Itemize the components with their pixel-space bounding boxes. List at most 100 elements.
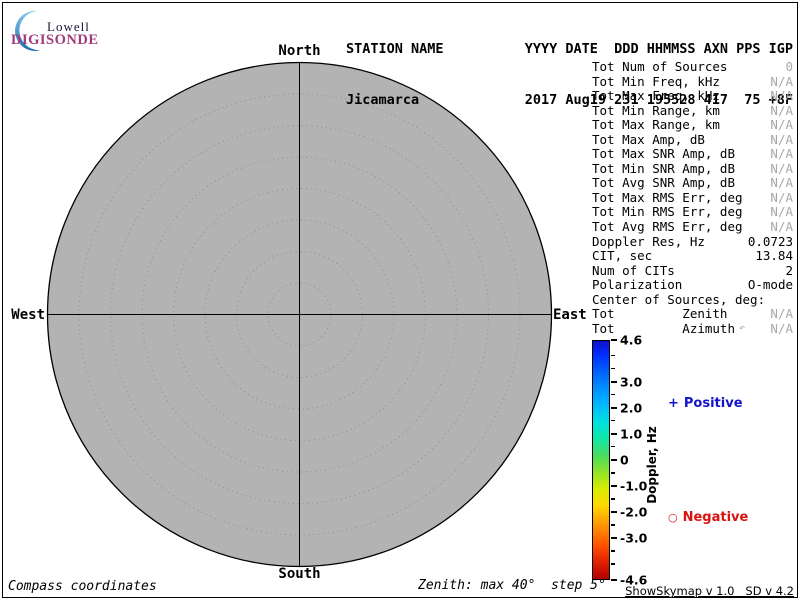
colorbar-tick [611, 419, 615, 422]
table-row-label: Tot Max SNR Amp, dB [592, 146, 735, 162]
negative-legend: ○ Negative [668, 510, 748, 525]
colorbar-tick [611, 380, 617, 383]
lowell-digisonde-logo: Lowell DIGISONDE [8, 6, 118, 51]
table-row-value: N/A [770, 117, 793, 133]
colorbar-axis-label: Doppler, Hz [645, 426, 659, 504]
table-row-label: Tot Azimuth [592, 320, 735, 336]
table-row-value: N/A [770, 102, 793, 118]
coordinates-note: Compass coordinates [8, 579, 157, 594]
colorbar-tick [611, 432, 617, 435]
colorbar-tick-label: -2.0 [620, 504, 648, 520]
colorbar-tick [611, 511, 617, 514]
table-row-label: Tot Avg RMS Err, deg [592, 219, 743, 235]
table-row-label: Center of Sources, deg: [592, 291, 766, 307]
table-row-value: N/A [770, 73, 793, 89]
table-row-label: Polarization [592, 277, 683, 293]
table-row: Tot Min SNR Amp, dB N/A [592, 160, 793, 177]
table-row: Tot Zenith N/A [592, 307, 793, 322]
colorbar-tick-label: 3.0 [620, 374, 643, 390]
table-row: Tot Avg RMS Err, deg N/A [592, 219, 793, 235]
colorbar-tick [611, 524, 615, 526]
colorbar-tick-label: 2.0 [620, 400, 643, 416]
colorbar-tick-label: 0 [620, 452, 629, 468]
table-row-label: Tot Zenith [592, 306, 728, 322]
table-row-label: Tot Max RMS Err, deg [592, 189, 743, 205]
south-label: South [278, 566, 321, 582]
west-label: West [11, 307, 45, 323]
table-row-value: N/A [770, 189, 793, 205]
table-row: Tot Num of Sources 0 [592, 59, 793, 75]
logo-digisonde-text: DIGISONDE [11, 32, 99, 48]
curved-arrow-icon: ↶ [739, 322, 746, 334]
colorbar-tick [611, 459, 617, 461]
colorbar-tick [611, 367, 615, 370]
colorbar-tick [611, 445, 615, 448]
statistics-table: Tot Num of Sources 0 Tot Min Freq, kHz N/A T… [592, 59, 793, 336]
table-row-value: 0.0723 [747, 233, 793, 249]
colorbar-tick [611, 563, 615, 565]
table-row-label: Tot Max Amp, dB [592, 131, 705, 147]
colorbar-tick [611, 393, 615, 396]
table-row-label: CIT, sec [592, 248, 653, 264]
table-row: Tot Max RMS Err, deg N/A [592, 189, 793, 206]
table-row: Polarization O-mode [592, 278, 793, 293]
table-row-label: Num of CITs [592, 262, 675, 278]
table-row-label: Tot Avg SNR Amp, dB [592, 175, 735, 191]
table-row: Num of CITs 2 [592, 262, 793, 279]
table-row-value: O-mode [747, 277, 793, 293]
table-row-value: N/A [770, 219, 793, 235]
colorbar-tick [611, 339, 617, 341]
colorbar-tick [611, 406, 617, 409]
table-row: Tot Max Range, km N/A [592, 118, 793, 133]
plus-marker-icon: + [668, 396, 679, 411]
table-row-value: 2 [785, 262, 793, 278]
positive-label: Positive [683, 396, 743, 411]
colorbar-tick-label: -3.0 [620, 530, 648, 546]
table-row-label: Tot Min RMS Err, deg [592, 204, 743, 220]
table-row: Tot Min RMS Err, deg N/A [592, 205, 793, 220]
table-row: Tot Max SNR Amp, dB N/A [592, 147, 793, 162]
positive-legend: + Positive [668, 396, 743, 411]
table-row-value: 0 [785, 59, 793, 74]
colorbar-tick [611, 498, 615, 500]
negative-label: Negative [682, 510, 749, 525]
version-label: ShowSkymap v 1.0 SD v 4.2 [625, 584, 794, 598]
table-row-label: Tot Min Freq, kHz [592, 73, 720, 89]
colorbar-tick [611, 550, 615, 552]
table-row: CIT, sec 13.84 [592, 249, 793, 264]
colorbar-tick-label: 4.6 [620, 332, 643, 348]
table-row: Tot Max Amp, dB N/A [592, 131, 793, 148]
table-row-value: N/A [770, 160, 793, 176]
colorbar-tick [611, 537, 617, 540]
table-row: Tot Max Freq, kHz N/A [592, 89, 793, 104]
zenith-scale-note: Zenith: max 40° step 5° [418, 578, 606, 593]
colorbar-tick [611, 354, 615, 357]
table-row-value: N/A [770, 175, 793, 191]
showskymap-window: Lowell DIGISONDE STATION NAME YYYY DATE … [0, 0, 800, 600]
table-row: Doppler Res, Hz 0.0723 [592, 233, 793, 250]
station-header-columns: STATION NAME YYYY DATE DDD HHMMSS AXN PP… [345, 41, 793, 57]
table-row: Tot Avg SNR Amp, dB N/A [592, 176, 793, 191]
colorbar-tick [611, 472, 615, 474]
colorbar-tick-label: -1.0 [620, 478, 648, 494]
circle-marker-icon: ○ [668, 511, 678, 524]
colorbar-tick-label: 1.0 [620, 426, 643, 442]
table-row-value: N/A [770, 88, 793, 104]
table-row-value: 13.84 [755, 248, 793, 264]
table-row: Tot Min Range, km N/A [592, 102, 793, 119]
table-row-value: N/A [770, 146, 793, 162]
table-row-value: N/A [770, 131, 793, 147]
colorbar-gradient [592, 340, 610, 580]
table-row-label: Doppler Res, Hz [592, 233, 705, 249]
table-row-label: Tot Min Range, km [592, 102, 720, 118]
doppler-colorbar: 4.6 3.0 2.0 1.0 0 -1.0 -2.0 -3.0 -4.6 [592, 333, 647, 588]
colorbar-tick [611, 579, 617, 581]
table-row: Center of Sources, deg: [592, 291, 793, 308]
table-row-value: N/A [770, 204, 793, 220]
table-row-label: Tot Max Freq, kHz [592, 88, 720, 104]
table-row: Tot Min Freq, kHz N/A [592, 73, 793, 90]
colorbar-tick [611, 485, 617, 488]
table-row-label: Tot Num of Sources [592, 59, 728, 74]
table-row-label: Tot Max Range, km [592, 117, 720, 133]
north-label: North [278, 43, 321, 59]
